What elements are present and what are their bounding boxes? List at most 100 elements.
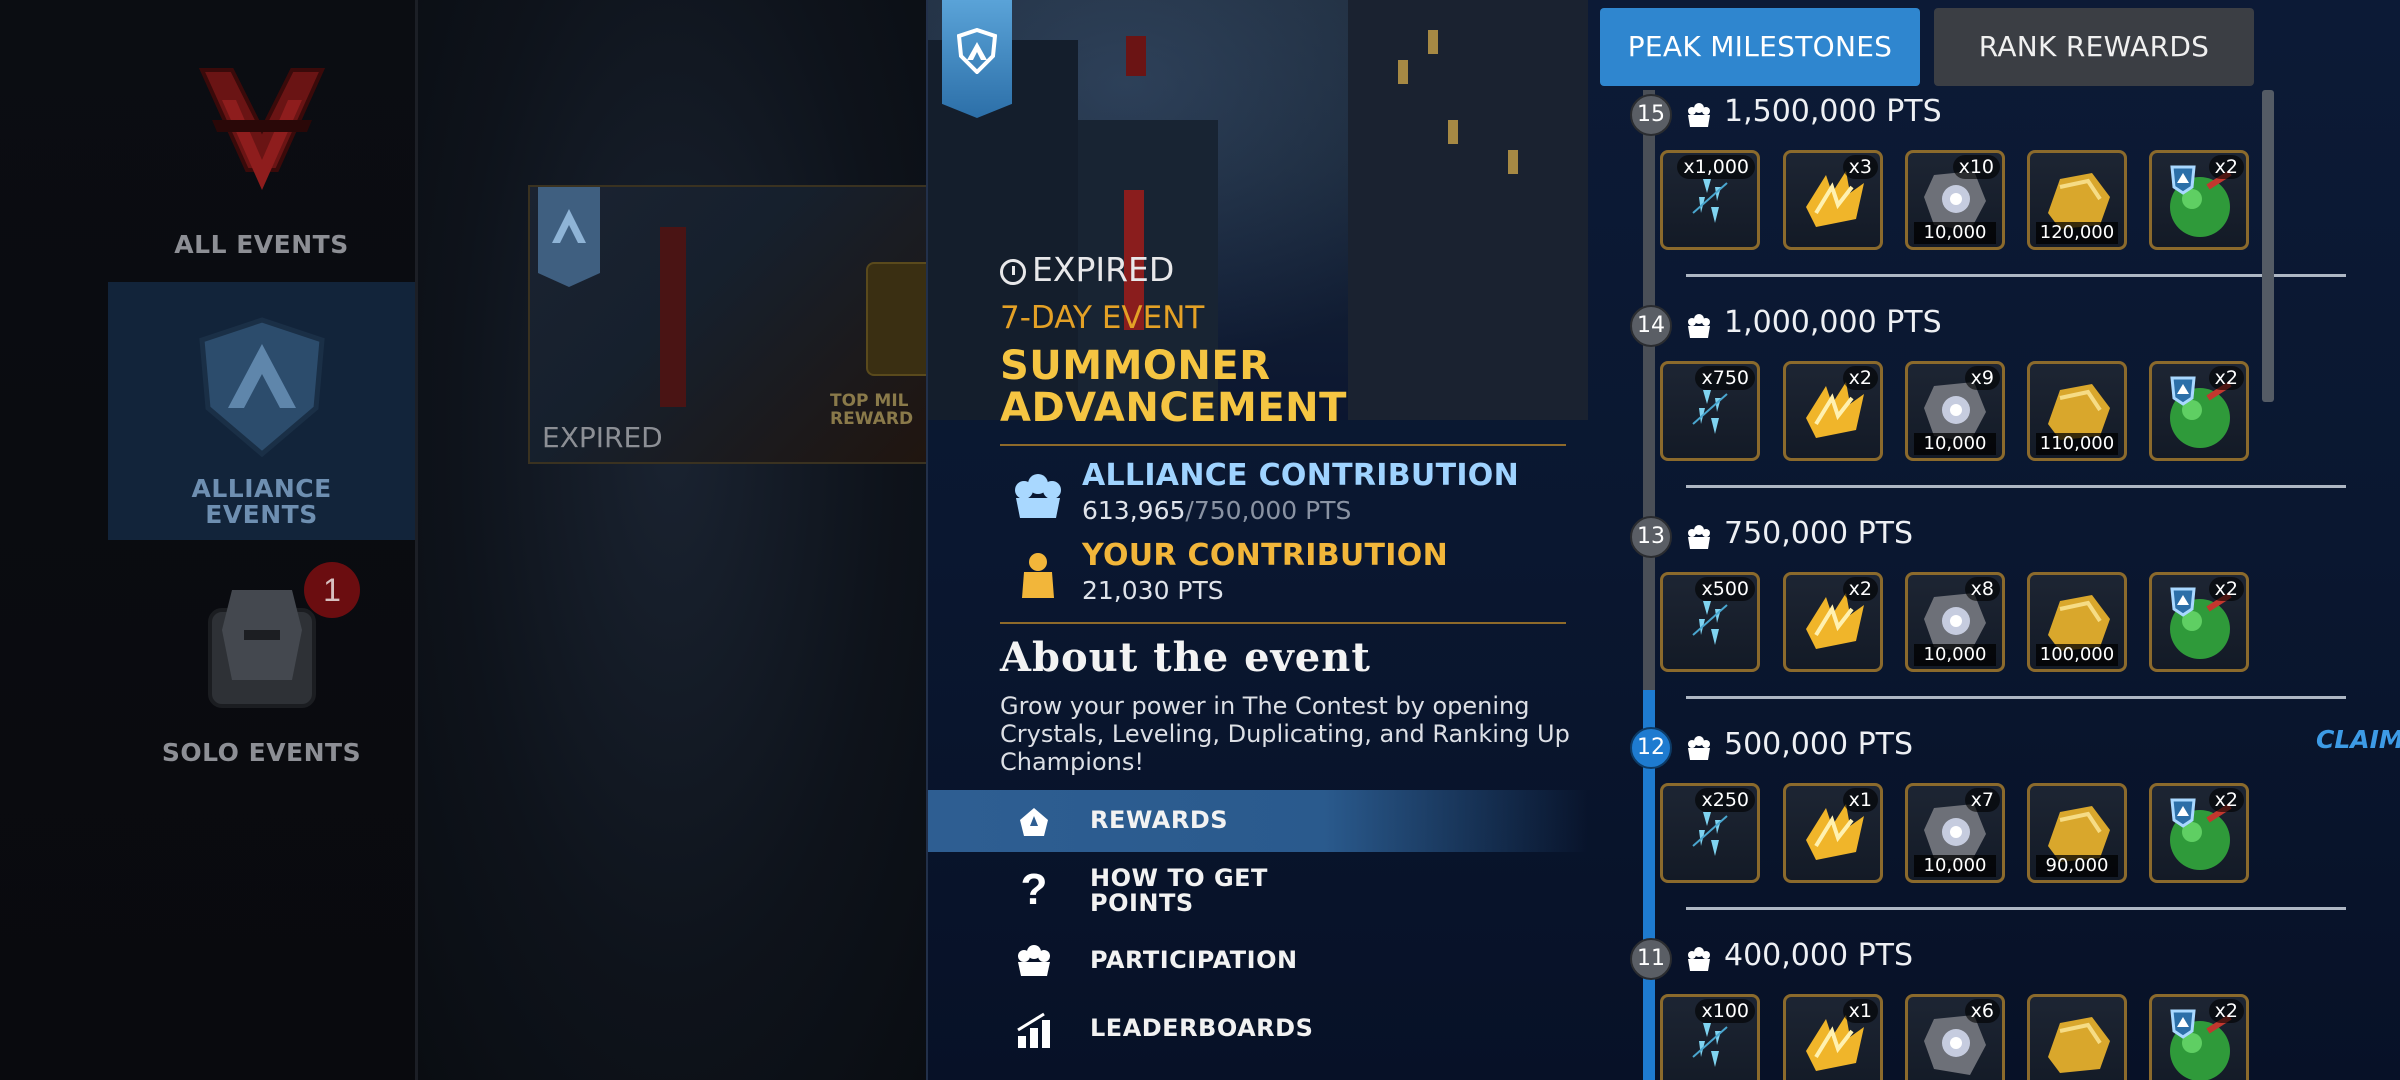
- reward-quantity: x2: [2208, 999, 2244, 1023]
- event-duration: 7-DAY EVENT: [1000, 300, 1205, 336]
- reward-tile[interactable]: x1,000: [1660, 150, 1760, 250]
- milestone-points: 1,000,000 PTS: [1724, 305, 1942, 340]
- nav-label-alliance-events: ALLIANCE EVENTS: [191, 474, 332, 529]
- alliance-contribution-current: 613,965: [1082, 496, 1186, 525]
- reward-tile[interactable]: 100,000: [2027, 572, 2127, 672]
- alliance-fists-icon: [1015, 474, 1061, 518]
- milestone-row: 15 1,500,000 PTS x1,000 x3 x10 10,000 120,00…: [1588, 90, 2400, 277]
- claimed-label: CLAIMED!: [2316, 725, 2400, 754]
- menu-label-how-to-get-points: HOW TO GET POINTS: [1090, 864, 1268, 917]
- reward-tile[interactable]: x10 10,000: [1905, 150, 2005, 250]
- reward-amount: 100,000: [2036, 644, 2118, 666]
- reward-tile[interactable]: x750: [1660, 361, 1760, 461]
- reward-tile[interactable]: x8 10,000: [1905, 572, 2005, 672]
- milestone-list[interactable]: 15 1,500,000 PTS x1,000 x3 x10 10,000 120,00…: [1588, 90, 2400, 1080]
- milestone-scrollbar[interactable]: [2262, 90, 2274, 402]
- reward-quantity: x8: [1964, 577, 2000, 601]
- reward-amount: 10,000: [1914, 222, 1996, 244]
- tab-rank-rewards[interactable]: RANK REWARDS: [1934, 8, 2254, 86]
- reward-amount: 10,000: [1914, 433, 1996, 455]
- reward-tile[interactable]: 120,000: [2027, 150, 2127, 250]
- reward-tile[interactable]: 90,000: [2027, 783, 2127, 883]
- about-description: Grow your power in The Contest by openin…: [1000, 692, 1570, 776]
- rewards-icon: [1020, 808, 1048, 836]
- reward-tile[interactable]: 110,000: [2027, 361, 2127, 461]
- reward-quantity: x2: [2208, 366, 2244, 390]
- event-detail-panel: EXPIRED 7-DAY EVENT SUMMONER ADVANCEMENT…: [926, 0, 2400, 1080]
- event-status-text: EXPIRED: [1032, 250, 1175, 289]
- reward-quantity: x3: [1842, 155, 1878, 179]
- alliance-contribution-label: ALLIANCE CONTRIBUTION: [1082, 458, 1520, 493]
- reward-quantity: x2: [2208, 577, 2244, 601]
- reward-quantity: x100: [1695, 999, 1755, 1023]
- alliance-contribution-value: 613,965/750,000 PTS: [1082, 496, 1351, 525]
- reward-quantity: x9: [1964, 366, 2000, 390]
- reward-quantity: x1: [1842, 999, 1878, 1023]
- reward-quantity: x2: [1842, 366, 1878, 390]
- reward-tile[interactable]: x500: [1660, 572, 1760, 672]
- reward-tile[interactable]: x2: [1783, 361, 1883, 461]
- milestone-points: 500,000 PTS: [1724, 727, 1914, 762]
- participation-icon: [1018, 945, 1050, 976]
- menu-item-participation[interactable]: PARTICIPATION: [928, 930, 1588, 992]
- neon-sign: [660, 227, 686, 407]
- reward-quantity: x6: [1964, 999, 2000, 1023]
- reward-tile[interactable]: x2: [2149, 572, 2249, 672]
- tab-peak-milestones[interactable]: PEAK MILESTONES: [1600, 8, 1920, 86]
- nav-item-solo-events[interactable]: 1 SOLO EVENTS: [108, 560, 415, 780]
- alliance-shield-icon: [199, 317, 325, 458]
- menu-item-rewards[interactable]: REWARDS: [928, 790, 1588, 852]
- reward-tile[interactable]: x7 10,000: [1905, 783, 2005, 883]
- gold-icon: [2048, 1017, 2110, 1073]
- nav-item-alliance-events[interactable]: ALLIANCE EVENTS: [108, 282, 415, 540]
- window-light: [1508, 150, 1518, 174]
- reward-tile[interactable]: x9 10,000: [1905, 361, 2005, 461]
- reward-tile[interactable]: [2027, 994, 2127, 1080]
- leaderboard-icon: [1017, 1012, 1050, 1048]
- milestone-points: 750,000 PTS: [1724, 516, 1914, 551]
- question-icon: ?: [1020, 865, 1048, 914]
- menu-item-leaderboards[interactable]: LEADERBOARDS: [928, 998, 1588, 1060]
- reward-tile[interactable]: x2: [2149, 994, 2249, 1080]
- reward-tile[interactable]: x1: [1783, 994, 1883, 1080]
- reward-amount: 10,000: [1914, 644, 1996, 666]
- alliance-fists-icon: [1688, 103, 1710, 127]
- reward-quantity: x1,000: [1677, 155, 1755, 179]
- nav-label-solo-events: SOLO EVENTS: [161, 738, 362, 767]
- background-card-milestone-label: TOP MIL REWARD: [830, 391, 914, 429]
- reward-tile: [866, 262, 930, 376]
- milestone-points: 1,500,000 PTS: [1724, 94, 1942, 129]
- reward-quantity: x750: [1695, 366, 1755, 390]
- window-light: [1398, 60, 1408, 84]
- nav-item-all-events[interactable]: ALL EVENTS: [108, 40, 415, 275]
- menu-item-how-to-get-points[interactable]: ? HOW TO GET POINTS: [928, 858, 1588, 928]
- reward-quantity: x500: [1695, 577, 1755, 601]
- window-light: [1448, 120, 1458, 144]
- milestone-row: 14 1,000,000 PTS x750 x2 x9 10,000 110,000 x2: [1588, 261, 2400, 488]
- reward-tile[interactable]: x2: [1783, 572, 1883, 672]
- alliance-contribution-goal: /750,000 PTS: [1185, 496, 1352, 525]
- event-status: EXPIRED: [1000, 250, 1174, 289]
- reward-tile[interactable]: x2: [2149, 783, 2249, 883]
- event-category-nav: ALL EVENTS ALLIANCE EVENTS 1 SOLO EVENTS: [0, 0, 418, 1080]
- reward-tile[interactable]: x2: [2149, 361, 2249, 461]
- alliance-fists-icon: [1688, 947, 1710, 971]
- background-card-status: EXPIRED: [542, 421, 663, 454]
- reward-tile[interactable]: x6: [1905, 994, 2005, 1080]
- reward-amount: 110,000: [2036, 433, 2118, 455]
- reward-quantity: x7: [1964, 788, 2000, 812]
- reward-tile[interactable]: x1: [1783, 783, 1883, 883]
- reward-tile[interactable]: x3: [1783, 150, 1883, 250]
- reward-tile[interactable]: x2: [2149, 150, 2249, 250]
- reward-quantity: x10: [1952, 155, 2000, 179]
- nav-label-all-events: ALL EVENTS: [174, 230, 349, 259]
- alliance-shield-tab: [942, 0, 1012, 118]
- alliance-shield-icon: [538, 187, 600, 287]
- divider: [1000, 622, 1566, 624]
- background-event-card[interactable]: EXPIRED TOP MIL REWARD: [528, 185, 930, 464]
- reward-quantity: x1: [1842, 788, 1878, 812]
- reward-tile[interactable]: x250: [1660, 783, 1760, 883]
- alliance-fists-icon: [1688, 525, 1710, 549]
- milestone-row: 11 400,000 PTS x100 x1 x6 x2: [1588, 894, 2400, 1080]
- reward-tile[interactable]: x100: [1660, 994, 1760, 1080]
